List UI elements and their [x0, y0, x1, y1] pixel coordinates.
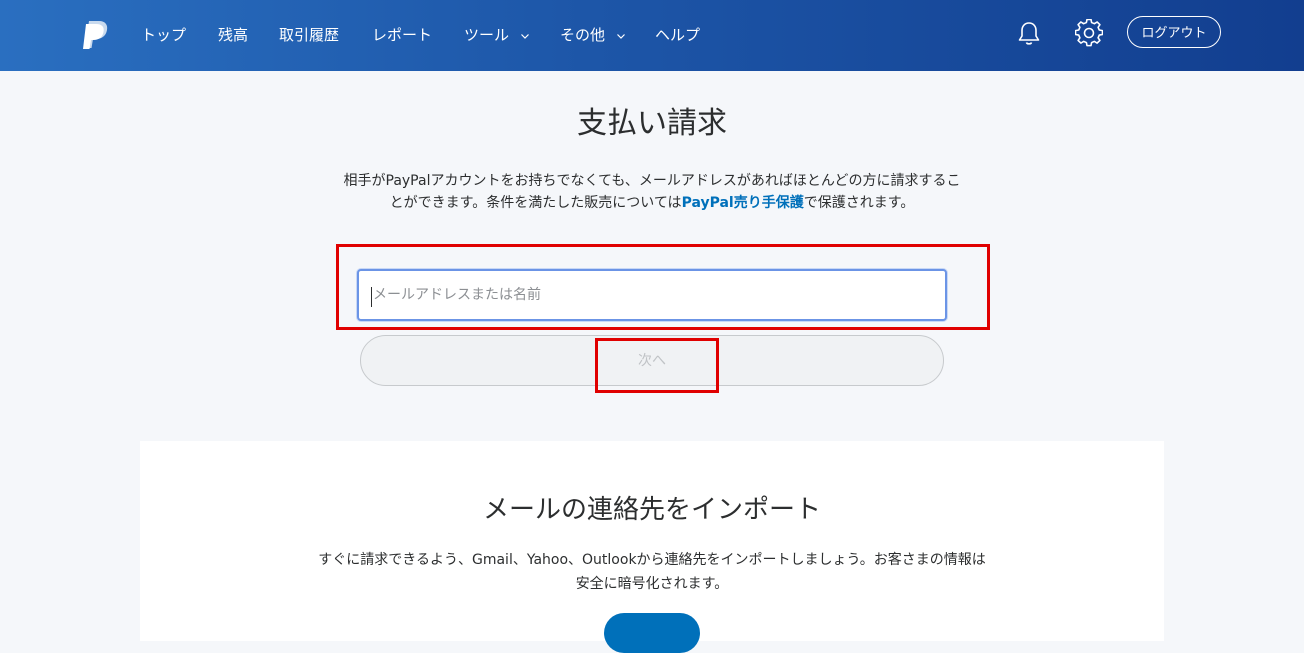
text-caret [371, 287, 372, 307]
nav-item-tools[interactable]: ツール [464, 24, 530, 46]
chevron-down-icon [520, 33, 529, 39]
import-contacts-title: メールの連絡先をインポート [482, 495, 821, 525]
nav-item-label: 取引履歴 [279, 26, 340, 44]
nav-item-activity[interactable]: 取引履歴 [279, 24, 339, 46]
nav-item-top[interactable]: トップ [141, 24, 186, 46]
import-contacts-card: メールの連絡先をインポート すぐに請求できるよう、Gmail、Yahoo、Out… [140, 441, 1164, 653]
next-button-highlight-box [595, 338, 719, 393]
chevron-down-icon [616, 33, 625, 39]
import-contacts-description: すぐに請求できるよう、Gmail、Yahoo、Outlookから連絡先をインポー… [318, 552, 986, 592]
paypal-logo-icon[interactable] [82, 20, 110, 50]
nav-item-label: トップ [141, 26, 187, 44]
email-or-name-input[interactable] [357, 269, 947, 321]
bell-icon[interactable] [1016, 20, 1042, 48]
nav-item-more[interactable]: その他 [560, 24, 626, 46]
description-text-end: で保護されます。 [803, 195, 915, 211]
nav-item-label: レポート [372, 26, 433, 44]
request-description: 相手がPayPalアカウントをお持ちでなくても、メールアドレスがあればほとんどの… [340, 170, 964, 214]
import-contacts-button[interactable] [604, 613, 700, 653]
nav-item-label: 残高 [218, 26, 249, 44]
nav-item-label: その他 [560, 26, 606, 44]
nav-item-label: ツール [464, 26, 510, 44]
gear-icon[interactable] [1075, 19, 1103, 47]
nav-item-label: ヘルプ [655, 26, 701, 44]
nav-item-help[interactable]: ヘルプ [655, 24, 700, 46]
page-title: 支払い請求 [577, 106, 727, 141]
top-nav-bar: トップ 残高 取引履歴 レポート ツール その他 ヘルプ ログアウト [0, 0, 1304, 71]
nav-item-balance[interactable]: 残高 [218, 24, 248, 46]
seller-protection-link[interactable]: PayPal売り手保護 [682, 195, 804, 211]
link-text: 売り手保護 [733, 195, 804, 211]
link-text-bold: PayPal [681, 195, 734, 211]
nav-item-reports[interactable]: レポート [372, 24, 432, 46]
logout-button[interactable]: ログアウト [1127, 16, 1221, 48]
